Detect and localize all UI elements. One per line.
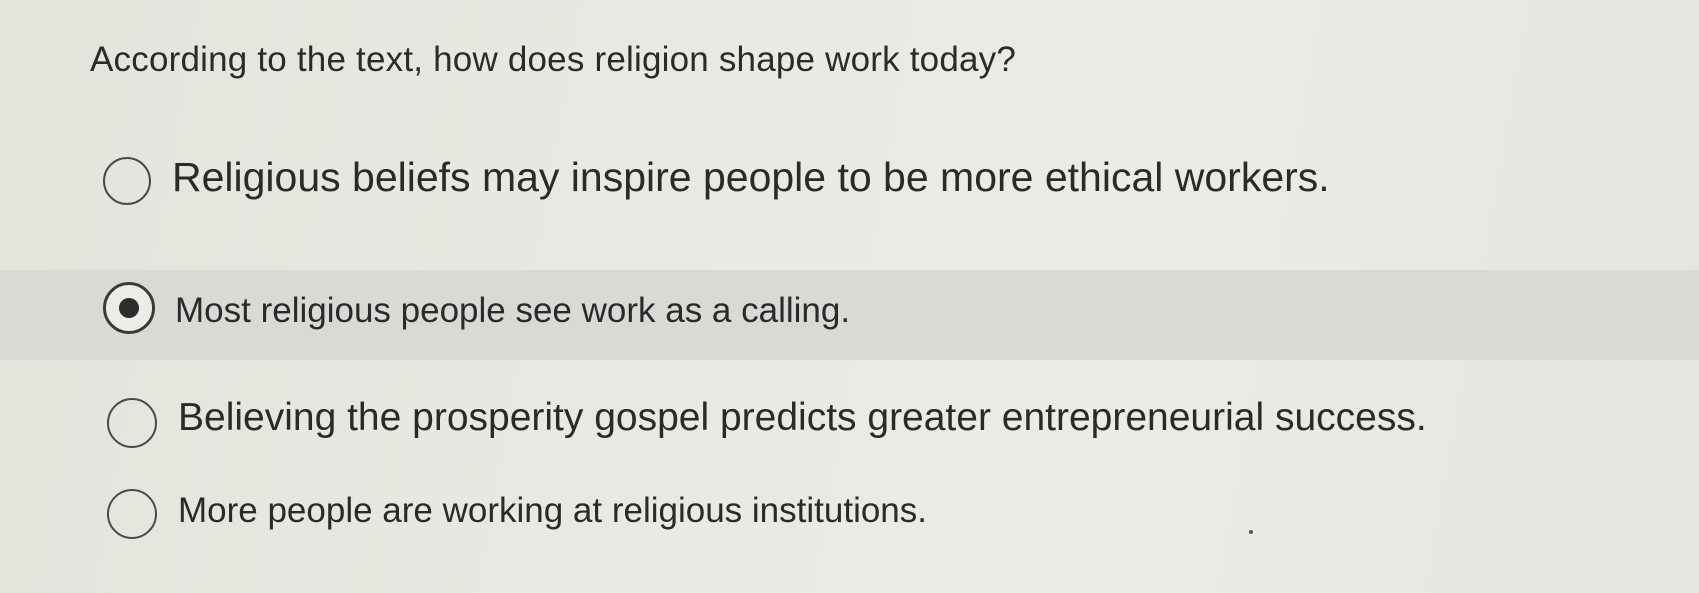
option-2[interactable]: Most religious people see work as a call… [0, 270, 1699, 360]
radio-button-option-2[interactable] [103, 282, 155, 334]
radio-button-option-1[interactable] [103, 157, 151, 205]
speck [1249, 530, 1253, 534]
option-1-label: Religious beliefs may inspire people to … [172, 154, 1330, 200]
option-3[interactable]: Believing the prosperity gospel predicts… [0, 385, 1699, 455]
option-4-label: More people are working at religious ins… [178, 491, 927, 530]
option-2-label: Most religious people see work as a call… [175, 291, 851, 330]
question-text: According to the text, how does religion… [90, 40, 1017, 79]
radio-button-option-4[interactable] [107, 489, 157, 539]
option-4[interactable]: More people are working at religious ins… [0, 483, 1699, 553]
radio-button-option-3[interactable] [107, 398, 157, 448]
option-3-label: Believing the prosperity gospel predicts… [178, 396, 1427, 439]
radio-selected-dot-icon [119, 298, 139, 318]
option-1[interactable]: Religious beliefs may inspire people to … [0, 150, 1699, 230]
